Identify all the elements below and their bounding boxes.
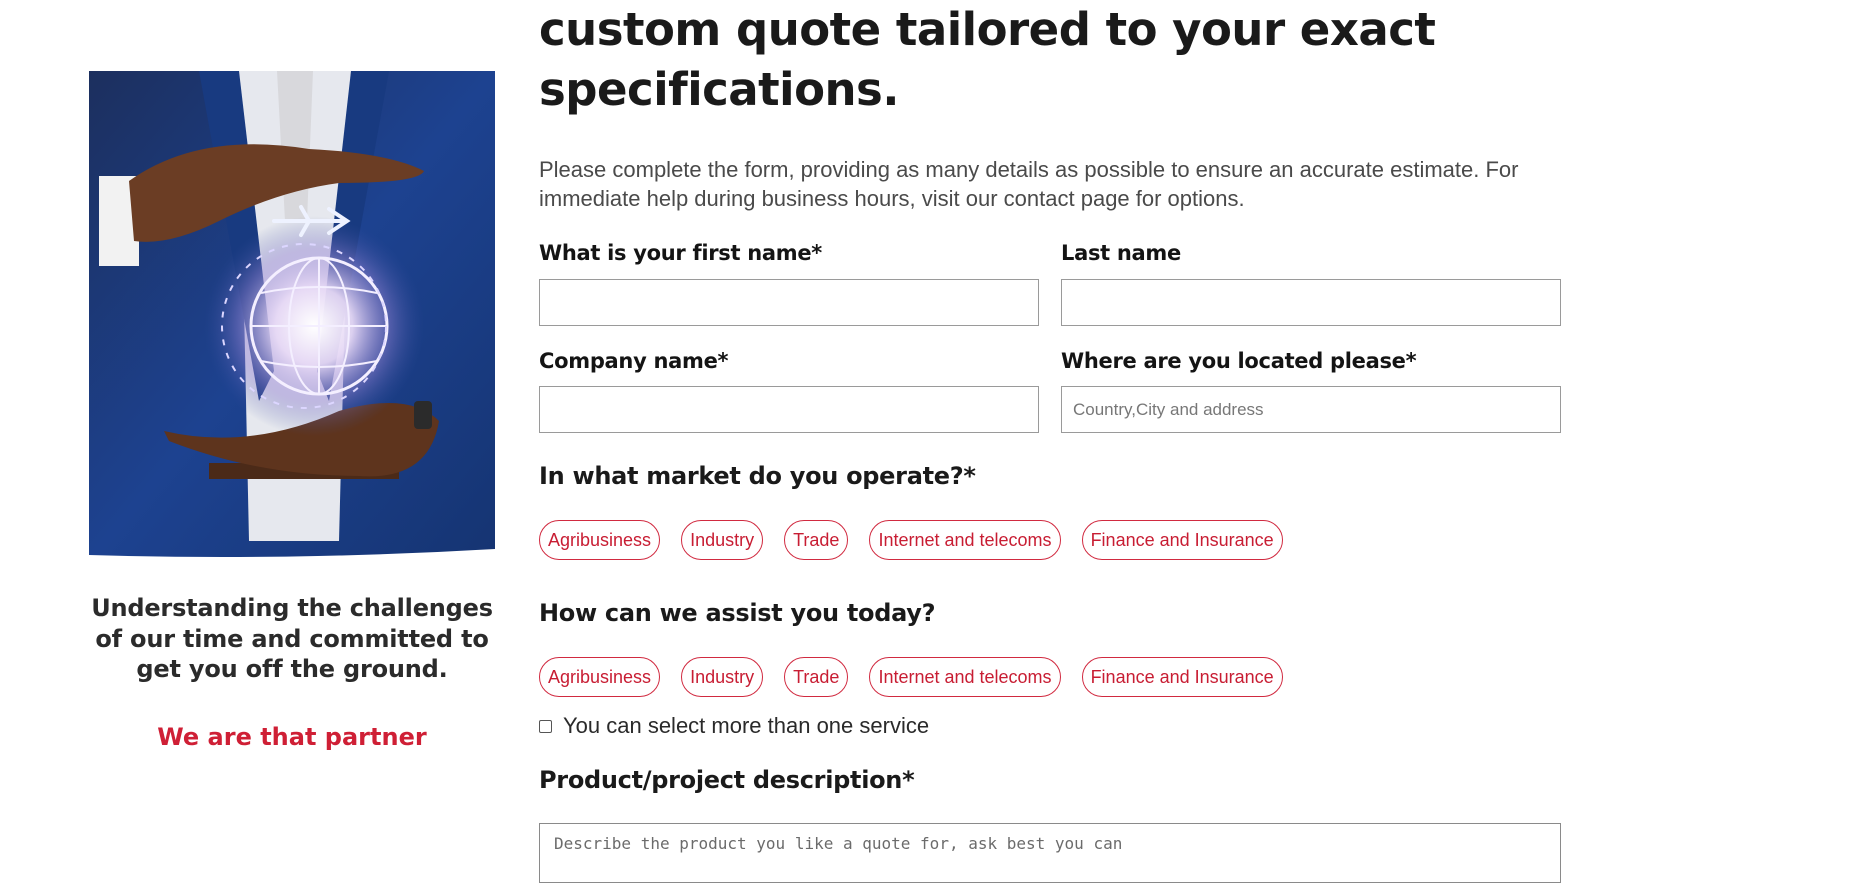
assist-options: Agribusiness Industry Trade Internet and… xyxy=(539,657,1283,697)
company-name-input[interactable] xyxy=(539,386,1039,433)
market-option-internet-telecoms[interactable]: Internet and telecoms xyxy=(869,520,1061,560)
location-input[interactable] xyxy=(1061,386,1561,433)
assist-option-agribusiness[interactable]: Agribusiness xyxy=(539,657,661,697)
last-name-label: Last name xyxy=(1061,241,1181,265)
location-label: Where are you located please* xyxy=(1061,349,1417,373)
assist-option-internet-telecoms[interactable]: Internet and telecoms xyxy=(869,657,1061,697)
business-globe-image xyxy=(89,71,495,557)
market-options: Agribusiness Industry Trade Internet and… xyxy=(539,520,1283,560)
multi-select-note: You can select more than one service xyxy=(563,713,930,738)
multi-select-row: You can select more than one service xyxy=(539,713,929,739)
first-name-label: What is your first name* xyxy=(539,241,822,265)
market-option-finance-insurance[interactable]: Finance and Insurance xyxy=(1081,520,1283,560)
first-name-input[interactable] xyxy=(539,279,1039,326)
market-option-industry[interactable]: Industry xyxy=(681,520,764,560)
description-label: Product/project description* xyxy=(539,766,915,794)
assist-option-industry[interactable]: Industry xyxy=(681,657,764,697)
last-name-input[interactable] xyxy=(1061,279,1561,326)
market-option-trade[interactable]: Trade xyxy=(784,520,849,560)
promo-tagline: We are that partner xyxy=(157,723,427,751)
form-intro: Please complete the form, providing as m… xyxy=(539,157,1519,211)
multi-select-checkbox[interactable] xyxy=(539,719,552,733)
page-heading: custom quote tailored to your exact spec… xyxy=(539,3,1436,116)
assist-option-finance-insurance[interactable]: Finance and Insurance xyxy=(1081,657,1283,697)
company-name-label: Company name* xyxy=(539,349,729,373)
promo-text: Understanding the challenges of our time… xyxy=(91,594,493,683)
assist-option-trade[interactable]: Trade xyxy=(784,657,849,697)
description-textarea[interactable] xyxy=(539,823,1561,883)
market-option-agribusiness[interactable]: Agribusiness xyxy=(539,520,661,560)
market-question: In what market do you operate?* xyxy=(539,462,976,490)
assist-question: How can we assist you today? xyxy=(539,599,936,627)
